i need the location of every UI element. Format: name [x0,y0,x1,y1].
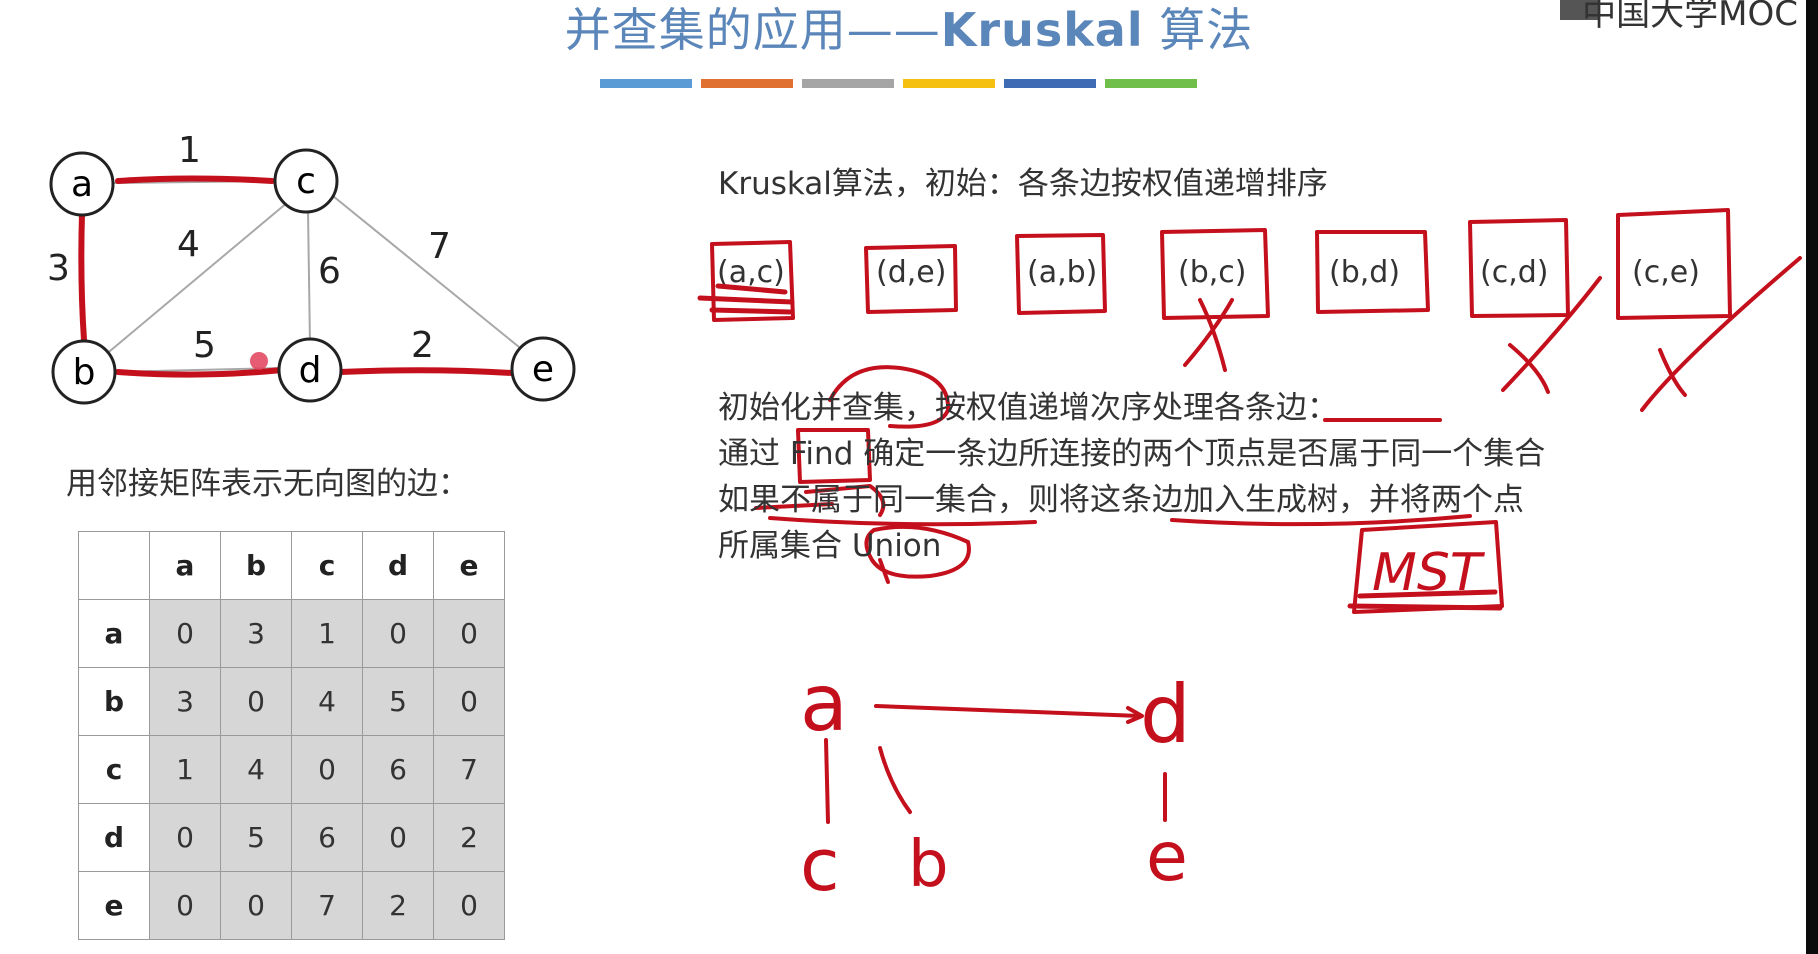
highlight-edge-a-c [115,175,275,184]
matrix-cell: 0 [220,871,292,940]
matrix-cell: 5 [362,667,434,736]
sorted-edge: (b,c) [1178,255,1246,290]
algorithm-step-add: 如果不属于同一集合，则将这条边加入生成树，并将两个点 [718,482,1524,518]
sorted-edge: (c,e) [1632,255,1700,290]
matrix-corner [78,531,150,600]
matrix-row-header: e [78,871,150,940]
matrix-row: d 0 5 6 0 2 [78,803,505,872]
vertex-label: e [532,349,554,390]
vertex-a: a [49,151,115,217]
highlight-edge-d-e [337,367,515,376]
weight-label: 6 [318,251,341,292]
sorted-edge: (c,d) [1480,255,1548,290]
sorted-edge: (b,d) [1329,255,1400,290]
vertex-label: b [73,352,96,393]
matrix-col-header: b [220,531,292,600]
matrix-cell: 0 [149,871,221,940]
matrix-caption: 用邻接矩阵表示无向图的边： [66,466,469,502]
matrix-cell: 1 [149,735,221,804]
matrix-cell: 4 [220,735,292,804]
algorithm-step-union: 所属集合 Union [718,528,942,564]
graph-edge-c-d [307,209,311,346]
matrix-row: c 1 4 0 6 7 [78,735,505,804]
vertex-label: d [299,350,322,391]
matrix-cell: 0 [362,803,434,872]
matrix-cell: 0 [220,667,292,736]
matrix-cell: 0 [433,599,505,668]
weight-label: 1 [178,130,201,171]
matrix-row-header: c [78,735,150,804]
matrix-col-header: d [362,531,434,600]
graph-vertices: a c b d e [49,148,576,405]
weight-label: 2 [411,325,434,366]
algorithm-step-find: 通过 Find 确定一条边所连接的两个顶点是否属于同一个集合 [718,436,1546,472]
highlight-edge-a-b [78,211,87,343]
matrix-row-header: b [78,667,150,736]
algorithm-intro: Kruskal算法，初始：各条边按权值递增排序 [718,166,1328,202]
matrix-row: a 0 3 1 0 0 [78,599,505,668]
matrix-cell: 0 [433,667,505,736]
matrix-row-header: d [78,803,150,872]
matrix-cell: 0 [433,871,505,940]
matrix-cell: 0 [291,735,363,804]
handwritten-labels: MST a d c b e [800,543,1486,907]
tree-node-label: d [1140,668,1191,761]
vertex-label: c [296,161,316,202]
matrix-col-header: a [149,531,221,600]
vertex-e: e [510,336,576,402]
weight-label: 5 [193,325,216,366]
tree-edge-a-b [878,746,912,814]
matrix-cell: 6 [291,803,363,872]
annotation-cross-bc [1183,298,1234,372]
tree-node-label: e [1146,818,1188,897]
tree-node-label: b [908,828,949,902]
matrix-row: b 3 0 4 5 0 [78,667,505,736]
vertex-c: c [273,148,339,214]
matrix-cell: 7 [291,871,363,940]
sorted-edge: (a,b) [1027,255,1097,290]
matrix-header-row: a b c d e [78,531,505,600]
matrix-cell: 2 [433,803,505,872]
matrix-cell: 0 [362,599,434,668]
annotation-cross-cd [1501,276,1602,394]
vertex-label: a [71,164,93,205]
matrix-cell: 3 [149,667,221,736]
matrix-row-header: a [78,599,150,668]
matrix-cell: 5 [220,803,292,872]
matrix-cell: 0 [149,599,221,668]
matrix-cell: 6 [362,735,434,804]
vertex-b: b [51,339,117,405]
matrix-col-header: e [433,531,505,600]
vertex-d: d [277,337,343,403]
cursor-pointer-dot [250,352,268,370]
adjacency-matrix: a b c d e a 0 3 1 0 0 b 3 0 4 5 0 c 1 4 … [78,531,505,940]
mst-label: MST [1372,543,1486,603]
matrix-col-header: c [291,531,363,600]
matrix-cell: 7 [433,735,505,804]
matrix-cell: 2 [362,871,434,940]
weight-label: 7 [428,226,451,267]
matrix-cell: 3 [220,599,292,668]
algorithm-step-init: 初始化并查集，按权值递增次序处理各条边： [718,390,1338,426]
weight-label: 3 [47,248,70,289]
tree-edge-a-d [874,704,1142,718]
matrix-cell: 1 [291,599,363,668]
matrix-cell: 0 [149,803,221,872]
sorted-edge: (d,e) [876,255,946,290]
matrix-cell: 4 [291,667,363,736]
matrix-row: e 0 0 7 2 0 [78,871,505,940]
tree-node-label: a [800,659,848,749]
weight-label: 4 [177,224,200,265]
tree-edge-a-c [824,738,830,824]
tree-node-label: c [800,823,840,907]
